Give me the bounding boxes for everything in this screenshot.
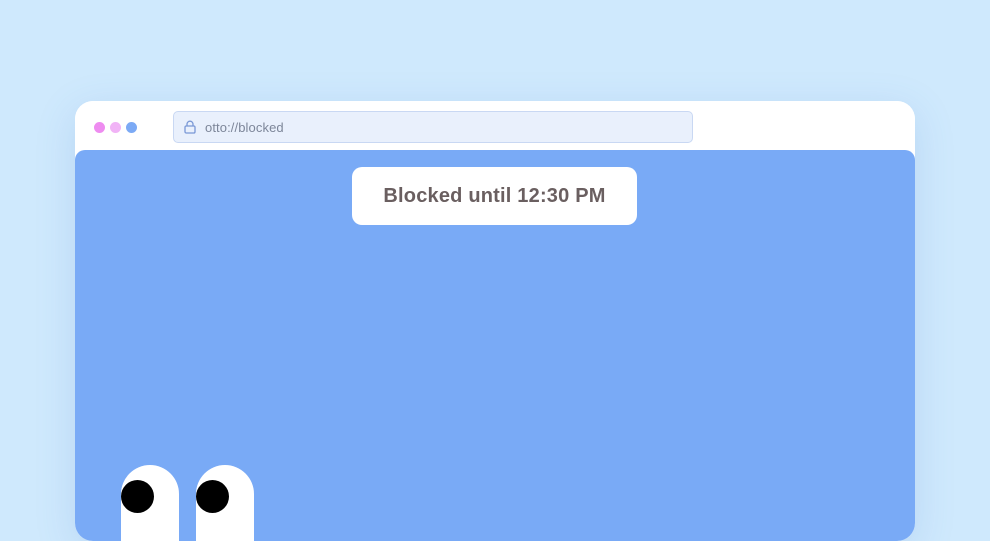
blocked-message: Blocked until 12:30 PM — [383, 184, 606, 207]
lock-icon — [183, 120, 197, 134]
page-content: Blocked until 12:30 PM — [75, 150, 915, 541]
mascot-right-eye-icon — [196, 465, 254, 541]
maximize-window-button[interactable] — [126, 122, 137, 133]
address-bar[interactable]: otto://blocked — [173, 111, 693, 143]
minimize-window-button[interactable] — [110, 122, 121, 133]
browser-window: otto://blocked Blocked until 12:30 PM — [75, 101, 915, 541]
close-window-button[interactable] — [94, 122, 105, 133]
mascot-left-eye-icon — [121, 465, 179, 541]
blocked-message-card: Blocked until 12:30 PM — [352, 167, 637, 225]
window-controls — [94, 122, 137, 133]
address-bar-url: otto://blocked — [205, 119, 284, 135]
mascot-left-pupil — [121, 480, 154, 513]
mascot-right-pupil — [196, 480, 229, 513]
browser-titlebar: otto://blocked — [75, 101, 915, 150]
